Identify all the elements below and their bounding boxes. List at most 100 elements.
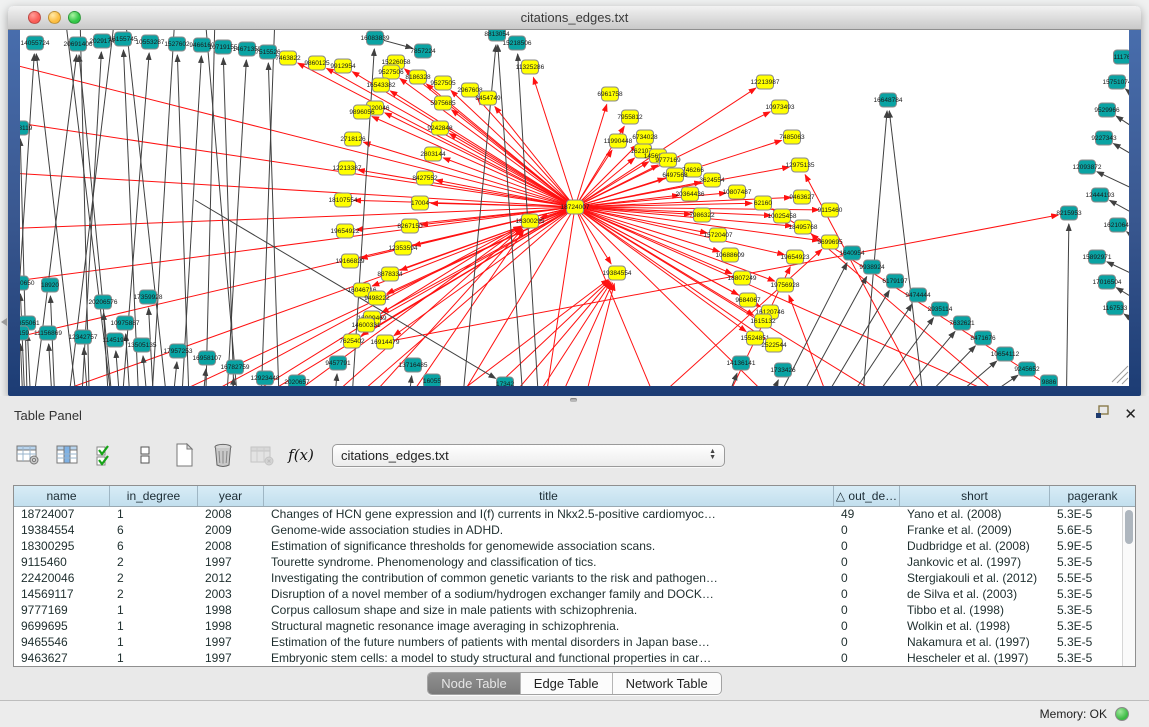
table-cell[interactable]: 1 bbox=[110, 603, 198, 619]
table-cell[interactable]: 2009 bbox=[198, 523, 264, 539]
graph-node-label: 8878334 bbox=[377, 271, 403, 278]
graph-node-label: 7955812 bbox=[617, 114, 643, 121]
table-cell[interactable]: 1998 bbox=[198, 603, 264, 619]
table-cell[interactable]: Yano et al. (2008) bbox=[900, 507, 1050, 523]
table-cell[interactable]: Stergiakouli et al. (2012) bbox=[900, 571, 1050, 587]
table-cell[interactable]: Changes of HCN gene expression and I(f) … bbox=[264, 507, 834, 523]
table-cell[interactable]: 9463627 bbox=[14, 651, 110, 666]
table-cell[interactable]: 14569117 bbox=[14, 587, 110, 603]
table-cell[interactable]: 18300295 bbox=[14, 539, 110, 555]
graph-node-label: 14055724 bbox=[21, 40, 50, 47]
show-columns-button[interactable] bbox=[53, 441, 81, 469]
graph-node-label: 8427552 bbox=[412, 175, 438, 182]
table-cell[interactable]: 1 bbox=[110, 635, 198, 651]
table-cell[interactable]: 1997 bbox=[198, 555, 264, 571]
horizontal-splitter[interactable] bbox=[0, 396, 1149, 403]
table-cell[interactable]: Tourette syndrome. Phenomenology and cla… bbox=[264, 555, 834, 571]
column-header-out_de[interactable]: △ out_de… bbox=[834, 486, 900, 506]
column-header-in_degree[interactable]: in_degree bbox=[110, 486, 198, 506]
table-cell[interactable]: 9465546 bbox=[14, 635, 110, 651]
table-cell[interactable]: 6 bbox=[110, 539, 198, 555]
table-cell[interactable]: 0 bbox=[834, 587, 900, 603]
window-resize-grip[interactable] bbox=[1112, 366, 1128, 384]
function-builder-button[interactable]: f(x) bbox=[287, 441, 315, 469]
tab-node-table[interactable]: Node Table bbox=[428, 673, 520, 694]
table-cell[interactable]: 19384554 bbox=[14, 523, 110, 539]
table-cell[interactable]: 1 bbox=[110, 651, 198, 666]
graph-node-label: 14136141 bbox=[727, 360, 756, 367]
collapsed-divider-arrow[interactable] bbox=[1, 318, 7, 326]
table-cell[interactable]: 2 bbox=[110, 587, 198, 603]
table-cell[interactable]: Tibbo et al. (1998) bbox=[900, 603, 1050, 619]
column-header-short[interactable]: short bbox=[900, 486, 1050, 506]
graph-node-label: 9529966 bbox=[1094, 107, 1120, 114]
table-cell[interactable]: 0 bbox=[834, 635, 900, 651]
table-cell[interactable]: Hescheler et al. (1997) bbox=[900, 651, 1050, 666]
table-cell[interactable]: 0 bbox=[834, 571, 900, 587]
table-cell[interactable]: 2 bbox=[110, 571, 198, 587]
graph-node-label: 12093872 bbox=[1073, 164, 1102, 171]
network-canvas[interactable]: 1405572420691406202917416155745105532871… bbox=[20, 30, 1129, 386]
table-cell[interactable]: de Silva et al. (2003) bbox=[900, 587, 1050, 603]
table-cell[interactable]: 0 bbox=[834, 619, 900, 635]
column-header-year[interactable]: year bbox=[198, 486, 264, 506]
window-titlebar[interactable]: citations_edges.txt bbox=[8, 6, 1141, 30]
table-cell[interactable]: Embryonic stem cells: a model to study s… bbox=[264, 651, 834, 666]
table-cell[interactable]: Dudbridge et al. (2008) bbox=[900, 539, 1050, 555]
table-cell[interactable]: 1 bbox=[110, 619, 198, 635]
table-cell[interactable]: 2012 bbox=[198, 571, 264, 587]
vertical-scrollbar[interactable] bbox=[1122, 507, 1135, 666]
table-cell[interactable]: 1997 bbox=[198, 651, 264, 666]
column-header-name[interactable]: name bbox=[14, 486, 110, 506]
table-cell[interactable]: Estimation of the future numbers of pati… bbox=[264, 635, 834, 651]
table-cell[interactable]: 0 bbox=[834, 651, 900, 666]
table-cell[interactable]: 9699695 bbox=[14, 619, 110, 635]
tab-network-table[interactable]: Network Table bbox=[612, 673, 721, 694]
table-cell[interactable]: Wolkin et al. (1998) bbox=[900, 619, 1050, 635]
splitter-handle-icon[interactable] bbox=[570, 398, 577, 402]
column-header-pagerank[interactable]: pagerank bbox=[1050, 486, 1135, 506]
column-header-title[interactable]: title bbox=[264, 486, 834, 506]
create-column-button[interactable] bbox=[170, 441, 198, 469]
graph-edge bbox=[829, 304, 912, 386]
scrollbar-thumb[interactable] bbox=[1125, 510, 1133, 544]
table-cell[interactable]: 2008 bbox=[198, 539, 264, 555]
table-cell[interactable]: 2008 bbox=[198, 507, 264, 523]
float-panel-icon[interactable] bbox=[1095, 405, 1110, 424]
table-cell[interactable]: 0 bbox=[834, 555, 900, 571]
table-cell[interactable]: Structural magnetic resonance image aver… bbox=[264, 619, 834, 635]
table-cell[interactable]: 22420046 bbox=[14, 571, 110, 587]
network-view[interactable]: 1405572420691406202917416155745105532871… bbox=[20, 30, 1129, 386]
table-header-row: namein_degreeyeartitle△ out_de…shortpage… bbox=[14, 486, 1135, 507]
table-cell[interactable]: 0 bbox=[834, 523, 900, 539]
table-cell[interactable]: 9115460 bbox=[14, 555, 110, 571]
delete-column-button[interactable] bbox=[209, 441, 237, 469]
table-cell[interactable]: 49 bbox=[834, 507, 900, 523]
table-cell[interactable]: 0 bbox=[834, 539, 900, 555]
table-cell[interactable]: 6 bbox=[110, 523, 198, 539]
table-cell[interactable]: Estimation of significance thresholds fo… bbox=[264, 539, 834, 555]
table-cell[interactable]: 1 bbox=[110, 507, 198, 523]
close-panel-icon[interactable]: ✕ bbox=[1124, 408, 1137, 422]
table-cell[interactable]: 1998 bbox=[198, 619, 264, 635]
table-cell[interactable]: Franke et al. (2009) bbox=[900, 523, 1050, 539]
graph-node-label: 9245652 bbox=[1014, 366, 1040, 373]
unselect-all-button[interactable] bbox=[131, 441, 159, 469]
table-cell[interactable]: 2 bbox=[110, 555, 198, 571]
table-cell[interactable]: Investigating the contribution of common… bbox=[264, 571, 834, 587]
table-row: 1830029562008Estimation of significance … bbox=[14, 539, 1135, 555]
table-cell[interactable]: Jankovic et al. (1997) bbox=[900, 555, 1050, 571]
select-all-button[interactable] bbox=[92, 441, 120, 469]
table-cell[interactable]: 2003 bbox=[198, 587, 264, 603]
table-cell[interactable]: Corpus callosum shape and size in male p… bbox=[264, 603, 834, 619]
table-mode-button[interactable] bbox=[14, 441, 42, 469]
table-selector-dropdown[interactable]: citations_edges.txt ▲▼ bbox=[332, 444, 725, 467]
table-cell[interactable]: 1997 bbox=[198, 635, 264, 651]
table-cell[interactable]: 18724007 bbox=[14, 507, 110, 523]
table-cell[interactable]: Genome-wide association studies in ADHD. bbox=[264, 523, 834, 539]
table-cell[interactable]: Disruption of a novel member of a sodium… bbox=[264, 587, 834, 603]
tab-edge-table[interactable]: Edge Table bbox=[520, 673, 612, 694]
table-cell[interactable]: 0 bbox=[834, 603, 900, 619]
table-cell[interactable]: 9777169 bbox=[14, 603, 110, 619]
table-cell[interactable]: Nakamura et al. (1997) bbox=[900, 635, 1050, 651]
